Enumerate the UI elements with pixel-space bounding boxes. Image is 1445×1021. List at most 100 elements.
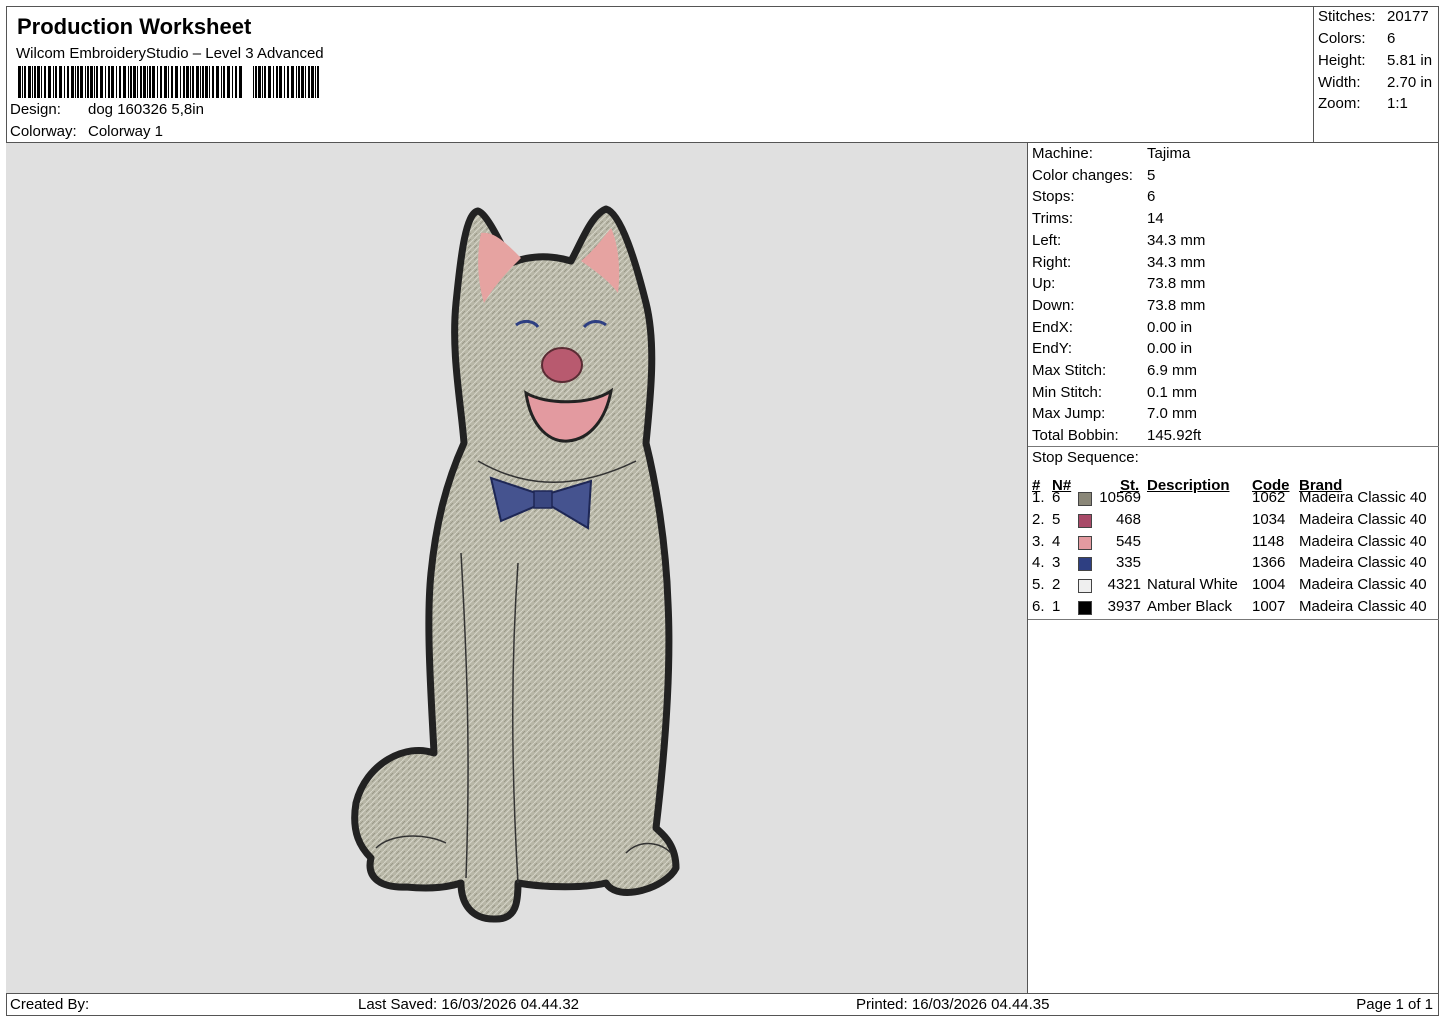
design-label: Design:	[10, 101, 61, 118]
colorway-label: Colorway:	[10, 123, 77, 140]
info-value: 73.8 mm	[1147, 275, 1206, 293]
info-row: Trims: 14	[1032, 210, 1164, 228]
cell-description: Amber Black	[1147, 598, 1233, 615]
info-label: Down:	[1032, 296, 1075, 314]
color-swatch	[1078, 579, 1092, 594]
info-value: 0.1 mm	[1147, 383, 1198, 401]
info-row: Max Jump: 7.0 mm	[1032, 405, 1197, 423]
info-label: EndY:	[1032, 340, 1073, 358]
table-row: 1. 6 10569 1062 Madeira Classic 40	[1028, 489, 1439, 511]
cell-st: 3937	[1107, 598, 1141, 615]
info-label: Max Stitch:	[1032, 362, 1107, 379]
embroidery-dog-design	[351, 205, 680, 923]
info-label: Max Jump:	[1032, 405, 1106, 423]
info-label: Color changes:	[1032, 166, 1133, 184]
last-saved: Last Saved: 16/03/2026 04.44.32	[358, 996, 580, 1013]
stop-sequence-title: Stop Sequence:	[1032, 449, 1139, 466]
barcode	[18, 66, 319, 98]
cell-code: 1148	[1252, 532, 1285, 550]
worksheet-footer: Created By: Last Saved: 16/03/2026 04.44…	[6, 993, 1439, 1016]
table-row: 3. 4 545 1148 Madeira Classic 40	[1028, 533, 1439, 555]
cell-code: 1034	[1252, 510, 1286, 528]
worksheet-header: Production Worksheet Wilcom EmbroiderySt…	[6, 6, 1314, 143]
info-row: Min Stitch: 0.1 mm	[1032, 383, 1197, 401]
cell-brand: Madeira Classic 40	[1299, 532, 1427, 550]
cell-brand: Madeira Classic 40	[1299, 576, 1427, 594]
info-value: 34.3 mm	[1147, 231, 1206, 249]
printed-date: Printed: 16/03/2026 04.44.35	[856, 996, 1050, 1013]
software-name: Wilcom EmbroideryStudio – Level 3 Advanc…	[16, 45, 324, 62]
info-row: Machine: Tajima	[1032, 145, 1190, 162]
info-label: Min Stitch:	[1032, 383, 1103, 401]
cell-num: 4.	[1032, 554, 1045, 572]
color-swatch	[1078, 535, 1092, 550]
table-row: 2. 5 468 1034 Madeira Classic 40	[1028, 511, 1439, 533]
info-label: Machine:	[1032, 145, 1093, 162]
info-label: Stops:	[1032, 188, 1075, 206]
summary-width: Width: 2.70 in	[1318, 74, 1433, 91]
cell-num: 1.	[1032, 489, 1045, 506]
info-value: 6	[1147, 188, 1156, 206]
info-row: Down: 73.8 mm	[1032, 296, 1205, 314]
info-row: Color changes: 5	[1032, 166, 1155, 184]
info-value: 145.92ft	[1147, 427, 1202, 445]
info-value: 7.0 mm	[1147, 405, 1198, 423]
info-row: Right: 34.3 mm	[1032, 253, 1205, 271]
info-label: Right:	[1032, 253, 1072, 271]
info-row: Total Bobbin: 145.92ft	[1032, 427, 1201, 444]
info-value: 14	[1147, 210, 1164, 228]
color-swatch	[1078, 601, 1092, 615]
cell-brand: Madeira Classic 40	[1299, 554, 1427, 572]
cell-brand: Madeira Classic 40	[1299, 489, 1427, 506]
cell-code: 1004	[1252, 576, 1286, 594]
design-value: dog 160326 5,8in	[88, 101, 204, 118]
machine-info-panel: Machine: Tajima Color changes: 5 Stops: 6 Trim…	[1028, 143, 1439, 993]
cell-n: 1	[1052, 598, 1061, 615]
cell-code: 1007	[1252, 598, 1286, 615]
info-label: Left:	[1032, 231, 1062, 249]
info-value: 0.00 in	[1147, 318, 1193, 336]
cell-brand: Madeira Classic 40	[1299, 598, 1427, 615]
info-label: Up:	[1032, 275, 1056, 293]
table-row: 6. 1 3937 Amber Black 1007 Madeira Classic 40	[1028, 598, 1439, 620]
summary-height: Height: 5.81 in	[1318, 52, 1433, 69]
cell-st: 10569	[1099, 489, 1141, 506]
cell-st: 4321	[1107, 576, 1141, 594]
info-row: Max Stitch: 6.9 mm	[1032, 362, 1197, 379]
color-swatch	[1078, 557, 1092, 572]
info-value: 73.8 mm	[1147, 296, 1206, 314]
summary-zoom: Zoom: 1:1	[1318, 95, 1408, 112]
cell-n: 2	[1052, 576, 1061, 594]
cell-num: 6.	[1032, 598, 1045, 615]
cell-n: 4	[1052, 532, 1061, 550]
cell-n: 5	[1052, 510, 1061, 528]
cell-num: 5.	[1032, 576, 1045, 594]
info-row: Left: 34.3 mm	[1032, 231, 1205, 249]
info-value: 34.3 mm	[1147, 253, 1206, 271]
page-title: Production Worksheet	[17, 14, 252, 39]
info-value: Tajima	[1147, 145, 1191, 162]
table-row: 4. 3 335 1366 Madeira Classic 40	[1028, 554, 1439, 576]
summary-stitches: Stitches: 20177	[1318, 8, 1429, 25]
cell-num: 2.	[1032, 510, 1045, 528]
info-label: EndX:	[1032, 318, 1073, 336]
cell-st: 335	[1115, 554, 1141, 572]
cell-st: 468	[1115, 510, 1141, 528]
color-swatch	[1078, 513, 1092, 528]
divider	[1028, 619, 1439, 620]
cell-n: 3	[1052, 554, 1061, 572]
info-value: 5	[1147, 166, 1156, 184]
cell-st: 545	[1115, 532, 1141, 550]
info-row: EndX: 0.00 in	[1032, 318, 1192, 336]
cell-brand: Madeira Classic 40	[1299, 510, 1427, 528]
color-swatch	[1078, 492, 1092, 506]
cell-num: 3.	[1032, 532, 1045, 550]
info-value: 6.9 mm	[1147, 362, 1198, 379]
table-row: 5. 2 4321 Natural White 1004 Madeira Classic …	[1028, 576, 1439, 598]
created-by: Created By:	[10, 996, 90, 1013]
info-row: Stops: 6	[1032, 188, 1155, 206]
divider	[1028, 446, 1439, 447]
cell-code: 1062	[1252, 489, 1286, 506]
design-canvas	[6, 143, 1028, 993]
info-label: Trims:	[1032, 210, 1074, 228]
